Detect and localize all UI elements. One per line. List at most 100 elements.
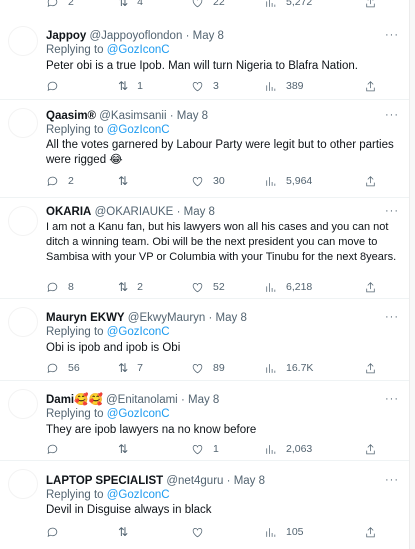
reply-count: 2 [68,0,74,8]
views-button[interactable]: 5,272 [264,0,312,10]
mention-link[interactable]: @GozIconC [107,489,170,501]
reply-button[interactable] [46,441,68,457]
avatar[interactable] [8,469,38,499]
reply-button[interactable] [46,524,68,540]
retweet-button[interactable]: ⇅ 2 [118,279,143,295]
user-handle[interactable]: @Enitanolami [106,394,178,406]
share-button[interactable] [364,0,386,10]
avatar[interactable] [8,307,38,337]
user-handle[interactable]: @net4guru [166,475,223,487]
tweet-text: They are ipob lawyers na no know before [46,424,257,436]
avatar[interactable] [8,26,38,56]
retweet-icon: ⇅ [118,361,129,375]
share-button[interactable] [364,78,386,94]
scrollbar[interactable] [409,0,415,549]
user-handle[interactable]: @OKARIAUKE [95,206,174,218]
views-button[interactable]: 6,218 [264,279,312,295]
retweet-count: 4 [137,0,143,8]
user-handle[interactable]: @EkwyMauryn [128,312,206,324]
mention-link[interactable]: @GozIconC [107,408,170,420]
tweet-date[interactable]: May 8 [234,475,265,487]
display-name[interactable]: Qaasim® [46,110,96,122]
display-name[interactable]: Mauryn EKWY [46,312,125,324]
views-button[interactable]: 389 [264,78,304,94]
like-count: 52 [213,281,225,293]
more-dots-icon[interactable]: ··· [385,204,399,218]
tweet-text: I am not a Kanu fan, but his lawyers won… [46,221,397,263]
like-button[interactable]: 30 [191,173,225,189]
like-button[interactable]: 1 [191,441,219,457]
user-handle[interactable]: @Kasimsanii [99,110,166,122]
tweet-date[interactable]: May 8 [188,394,219,406]
reply-tweet[interactable]: Dami🥰🥰 @Enitanolami · May 8 ··· Replying… [0,381,409,461]
separator-dot: · [169,110,174,122]
like-button[interactable]: 22 [191,0,225,10]
avatar[interactable] [8,206,38,236]
avatar[interactable] [8,108,38,138]
more-dots-icon[interactable]: ··· [385,392,399,406]
display-name[interactable]: Dami🥰🥰 [46,394,103,406]
retweet-count: 2 [137,281,143,293]
reply-tweet[interactable]: Mauryn EKWY @EkwyMauryn · May 8 ··· Repl… [0,299,409,381]
tweet-actions: ⇅ 1 2,063 [46,441,399,457]
tweet-header: Dami🥰🥰 @Enitanolami · May 8 [46,392,399,408]
views-button[interactable]: 105 [264,524,304,540]
more-dots-icon[interactable]: ··· [385,310,399,324]
reply-button[interactable]: 2 [46,173,74,189]
views-button[interactable]: 5,964 [264,173,312,189]
reply-tweet[interactable]: OKARIA @OKARIAUKE · May 8 ··· I am not a… [0,198,409,299]
reply-tweet[interactable]: Jappoy @Jappoyoflondon · May 8 ··· Reply… [0,18,409,100]
tweet-date[interactable]: May 8 [184,206,215,218]
heart-icon [192,527,203,537]
tweet-date[interactable]: May 8 [216,312,247,324]
display-name[interactable]: OKARIA [46,206,91,218]
share-button[interactable] [364,173,386,189]
retweet-button[interactable]: ⇅ 1 [118,78,143,94]
like-button[interactable]: 89 [191,360,225,376]
retweet-button[interactable]: ⇅ 4 [118,0,143,10]
retweet-button[interactable]: ⇅ 7 [118,360,143,376]
heart-icon [192,363,203,373]
tweet-date[interactable]: May 8 [193,30,224,42]
reply-button[interactable]: 8 [46,279,74,295]
retweet-button[interactable]: ⇅ [118,524,137,540]
avatar[interactable] [8,389,38,419]
user-handle[interactable]: @Jappoyoflondon [89,30,182,42]
views-button[interactable]: 2,063 [264,441,312,457]
reply-button[interactable]: 2 [46,0,74,10]
display-name[interactable]: LAPTOP SPECIALIST [46,475,163,487]
like-count: 3 [213,80,219,92]
reply-tweet[interactable]: LAPTOP SPECIALIST @net4guru · May 8 ··· … [0,461,409,549]
separator-dot: · [185,30,190,42]
retweet-button[interactable]: ⇅ [118,441,137,457]
reply-count: 2 [68,175,74,187]
tweet-actions: ⇅ 1 3 389 [46,78,399,94]
comment-icon [47,527,58,537]
display-name[interactable]: Jappoy [46,30,86,42]
mention-link[interactable]: @GozIconC [107,44,170,56]
mention-link[interactable]: @GozIconC [107,326,170,338]
share-button[interactable] [364,279,386,295]
heart-icon [192,0,203,7]
more-dots-icon[interactable]: ··· [385,28,399,42]
more-dots-icon[interactable]: ··· [385,473,399,487]
mention-link[interactable]: @GozIconC [107,124,170,136]
tweet-date[interactable]: May 8 [177,110,208,122]
share-button[interactable] [364,524,386,540]
like-button[interactable]: 52 [191,279,225,295]
retweet-button[interactable]: ⇅ [118,173,137,189]
like-button[interactable]: 3 [191,78,219,94]
views-chart-icon [266,282,276,292]
share-button[interactable] [364,441,386,457]
view-count: 389 [286,80,304,92]
reply-tweet[interactable]: Qaasim® @Kasimsanii · May 8 ··· Replying… [0,100,409,198]
reply-button[interactable] [46,78,68,94]
share-button[interactable] [364,360,386,376]
views-button[interactable]: 16.7K [264,360,313,376]
reply-button[interactable]: 56 [46,360,80,376]
retweet-icon: ⇅ [118,280,129,294]
tweet-header: Mauryn EKWY @EkwyMauryn · May 8 [46,310,399,326]
like-button[interactable] [191,524,213,540]
more-dots-icon[interactable]: ··· [385,108,399,122]
tweet-text: Peter obi is a true Ipob. Man will turn … [46,60,358,72]
